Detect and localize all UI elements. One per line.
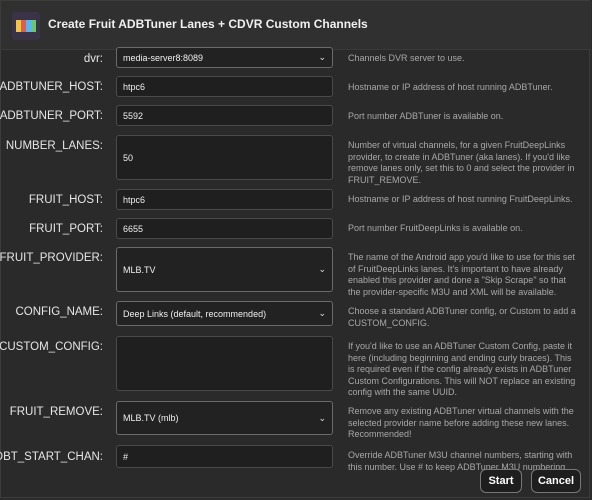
dvr-help: Channels DVR server to use.: [348, 53, 465, 63]
fruit-remove-help: Remove any existing ADBTuner virtual cha…: [348, 406, 574, 439]
fruit-host-input[interactable]: htpc6: [116, 189, 333, 210]
dialog-header: Create Fruit ADBTuner Lanes + CDVR Custo…: [1, 1, 591, 50]
fruit-port-label: FRUIT_PORT:: [29, 223, 103, 235]
chevron-down-icon: ⌄: [318, 264, 326, 274]
fruit-remove-value: MLB.TV (mlb): [123, 413, 179, 423]
custom-config-label: CUSTOM_CONFIG:: [0, 341, 103, 353]
fruit-host-value: htpc6: [123, 194, 146, 205]
adbtuner-port-label: ADBTUNER_PORT:: [0, 110, 103, 122]
adbtuner-host-help: Hostname or IP address of host running A…: [348, 82, 553, 92]
number-lanes-value: 50: [123, 152, 134, 163]
chevron-down-icon: ⌄: [318, 52, 326, 62]
fruit-remove-label: FRUIT_REMOVE:: [9, 406, 103, 418]
fruit-host-label: FRUIT_HOST:: [28, 194, 103, 206]
adbt-start-chan-value: #: [123, 451, 129, 462]
adbtuner-host-input[interactable]: htpc6: [116, 76, 333, 97]
config-name-select[interactable]: Deep Links (default, recommended) ⌄: [116, 301, 333, 326]
custom-config-textarea[interactable]: [116, 336, 333, 391]
chevron-down-icon: ⌄: [318, 308, 326, 318]
number-lanes-label: NUMBER_LANES:: [5, 140, 103, 152]
adbtuner-host-label: ADBTUNER_HOST:: [0, 81, 103, 93]
fruit-provider-select[interactable]: MLB.TV ⌄: [116, 247, 333, 292]
fruit-port-value: 6655: [123, 223, 144, 234]
start-button[interactable]: Start: [480, 469, 522, 493]
config-name-value: Deep Links (default, recommended): [123, 308, 267, 319]
number-lanes-help: Number of virtual channels, for a given …: [348, 140, 575, 185]
config-name-help: Choose a standard ADBTuner config, or Cu…: [348, 306, 576, 328]
adbtuner-port-help: Port number ADBTuner is available on.: [348, 111, 504, 121]
custom-config-help: If you'd like to use an ADBTuner Custom …: [348, 341, 576, 397]
cancel-button[interactable]: Cancel: [531, 469, 581, 493]
adbtuner-host-value: htpc6: [123, 81, 146, 92]
chevron-down-icon: ⌄: [318, 412, 326, 423]
fruit-provider-help: The name of the Android app you'd like t…: [348, 252, 575, 297]
adbtuner-port-input[interactable]: 5592: [116, 105, 333, 126]
fruit-provider-label: FRUIT_PROVIDER:: [0, 252, 103, 264]
dvr-value: media-server8:8089: [123, 52, 204, 63]
dvr-label: dvr:: [83, 53, 103, 65]
fruit-port-input[interactable]: 6655: [116, 218, 333, 239]
number-lanes-input[interactable]: 50: [116, 135, 333, 180]
config-name-label: CONFIG_NAME:: [15, 306, 103, 318]
adbt-start-chan-label: ADBT_START_CHAN:: [0, 451, 103, 463]
app-icon: [12, 12, 40, 40]
fruit-host-help: Hostname or IP address of host running F…: [348, 194, 573, 204]
fruit-port-help: Port number FruitDeepLinks is available …: [348, 223, 523, 233]
dialog: Create Fruit ADBTuner Lanes + CDVR Custo…: [0, 0, 591, 498]
dialog-title: Create Fruit ADBTuner Lanes + CDVR Custo…: [48, 17, 368, 31]
dvr-select[interactable]: media-server8:8089 ⌄: [116, 47, 333, 68]
fruit-remove-select[interactable]: MLB.TV (mlb) ⌄: [116, 401, 333, 435]
adbt-start-chan-input[interactable]: #: [116, 445, 333, 468]
adbtuner-port-value: 5592: [123, 110, 144, 121]
fruit-provider-value: MLB.TV: [123, 264, 156, 275]
